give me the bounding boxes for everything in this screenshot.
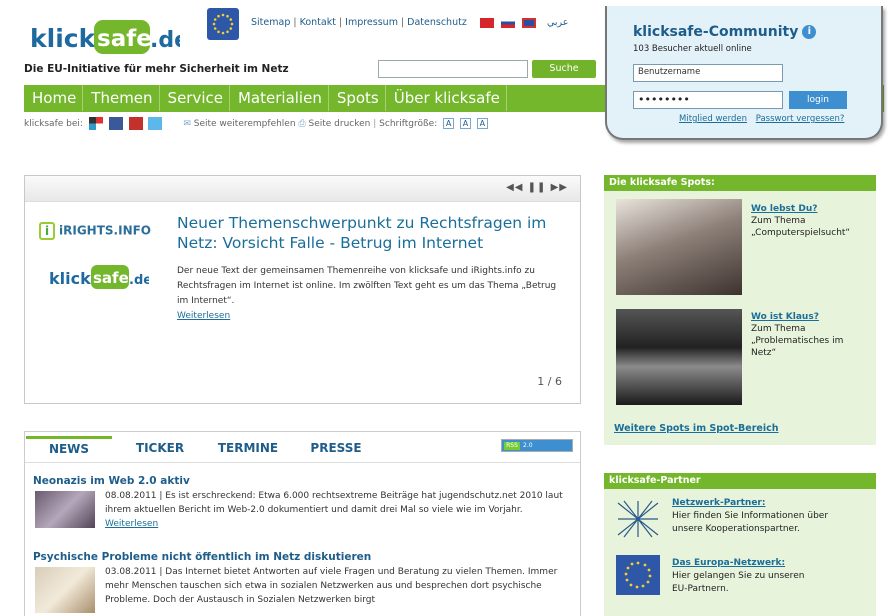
- turkish-flag-icon[interactable]: [479, 17, 494, 28]
- europa-network-link[interactable]: Das Europa-Netzwerk:: [672, 558, 785, 568]
- fontsize-label: Schriftgröße:: [379, 119, 438, 129]
- more-spots-link[interactable]: Weitere Spots im Spot-Bereich: [614, 423, 779, 434]
- slide-counter: 1 / 6: [537, 375, 562, 388]
- nav-home[interactable]: Home: [24, 85, 84, 111]
- forgot-password-link[interactable]: Passwort vergessen?: [756, 114, 845, 124]
- spot-description: Wo lebst Du? Zum Thema „Computerspielsuc…: [751, 204, 851, 238]
- irights-logo[interactable]: i iRIGHTS.INFO: [39, 222, 151, 240]
- share-label: klicksafe bei:: [24, 119, 83, 129]
- impressum-link[interactable]: Impressum: [345, 17, 398, 28]
- community-login-panel: klicksafe-Community i 103 Besucher aktuel…: [605, 6, 883, 140]
- svg-text:safe: safe: [93, 269, 129, 287]
- news-box: NEWS TICKER TERMINE PRESSE RSS 2.0 Neonaz…: [24, 431, 581, 616]
- partner-description: Netzwerk-Partner: Hier finden Sie Inform…: [672, 498, 829, 534]
- nav-themen[interactable]: Themen: [83, 85, 160, 111]
- share-bar: klicksafe bei: ✉ Seite weiterempfehlen ⎙…: [24, 117, 488, 130]
- klicksafe-logo[interactable]: klick safe .de: [30, 14, 180, 56]
- datenschutz-link[interactable]: Datenschutz: [407, 17, 467, 28]
- svg-text:klick: klick: [49, 269, 91, 288]
- slide-more-link[interactable]: Weiterlesen: [177, 311, 230, 321]
- fontsize-small[interactable]: A: [443, 118, 455, 129]
- arabic-link[interactable]: عربي: [547, 17, 568, 28]
- news-text: 03.08.2011 | Das Internet bietet Antwort…: [105, 567, 558, 605]
- password-input[interactable]: ••••••••: [633, 91, 783, 109]
- twitter-icon[interactable]: [148, 117, 163, 130]
- slide-title[interactable]: Neuer Themenschwerpunkt zu Rechtsfragen …: [177, 213, 567, 253]
- tab-news[interactable]: NEWS: [26, 436, 112, 460]
- print-icon[interactable]: ⎙: [298, 119, 305, 129]
- kontakt-link[interactable]: Kontakt: [300, 17, 336, 28]
- nav-ueber-klicksafe[interactable]: Über klicksafe: [386, 85, 507, 111]
- fontsize-large[interactable]: A: [476, 118, 488, 129]
- spot-link[interactable]: Wo lebst Du?: [751, 204, 817, 214]
- slider-toolbar: ◀◀ ❚❚ ▶▶: [25, 176, 580, 202]
- klicksafe-slide-logo: klick safe .de: [49, 265, 149, 289]
- eu-flag-icon: [207, 8, 239, 40]
- tab-presse[interactable]: PRESSE: [297, 436, 375, 460]
- news-more-link[interactable]: Weiterlesen: [105, 519, 158, 529]
- nav-service[interactable]: Service: [160, 85, 230, 111]
- facebook-icon[interactable]: [108, 117, 123, 130]
- tab-termine[interactable]: TERMINE: [205, 436, 291, 460]
- spot-thumbnail[interactable]: [616, 199, 742, 295]
- svg-text:.de: .de: [150, 28, 180, 53]
- username-input[interactable]: Benutzername: [633, 64, 783, 82]
- community-links: Mitglied werden Passwort vergessen?: [679, 114, 844, 124]
- search-button[interactable]: Suche: [532, 60, 596, 78]
- spot-thumbnail[interactable]: [616, 309, 742, 405]
- news-thumbnail[interactable]: [35, 491, 95, 528]
- eu-network-icon[interactable]: [616, 555, 660, 595]
- svg-text:.de: .de: [129, 273, 149, 288]
- uk-flag-icon[interactable]: [521, 17, 536, 28]
- community-title: klicksafe-Community i: [633, 24, 817, 40]
- tagline: Die EU-Initiative für mehr Sicherheit im…: [24, 63, 289, 75]
- network-icon[interactable]: [616, 499, 660, 539]
- svg-text:klick: klick: [30, 24, 97, 53]
- login-button[interactable]: login: [789, 91, 847, 109]
- partner-box: klicksafe-Partner Netzwerk-Partner: Hier…: [604, 473, 876, 616]
- fontsize-medium[interactable]: A: [460, 118, 471, 129]
- info-icon[interactable]: i: [802, 25, 817, 39]
- featured-slider: ◀◀ ❚❚ ▶▶ i iRIGHTS.INFO klick safe .de Ne…: [24, 175, 581, 404]
- news-title[interactable]: Psychische Probleme nicht öffentlich im …: [33, 551, 371, 563]
- spot-link[interactable]: Wo ist Klaus?: [751, 312, 819, 322]
- slider-controls[interactable]: ◀◀ ❚❚ ▶▶: [506, 182, 568, 193]
- spots-heading: Die klicksafe Spots:: [604, 175, 876, 191]
- partner-description: Das Europa-Netzwerk: Hier gelangen Sie z…: [672, 558, 805, 594]
- spot-description: Wo ist Klaus? Zum Thema „Problematisches…: [751, 312, 844, 358]
- nav-materialien[interactable]: Materialien: [230, 85, 329, 111]
- recommend-link[interactable]: Seite weiterempfehlen: [194, 119, 296, 129]
- online-count: 103 Besucher aktuell online: [633, 44, 752, 54]
- network-partner-link[interactable]: Netzwerk-Partner:: [672, 498, 765, 508]
- news-text: 08.08.2011 | Es ist erschreckend: Etwa 6…: [105, 491, 563, 529]
- youtube-icon[interactable]: [128, 117, 143, 130]
- mail-icon[interactable]: ✉: [183, 119, 191, 129]
- partner-heading: klicksafe-Partner: [604, 473, 876, 489]
- search-input[interactable]: [378, 60, 528, 78]
- nav-spots[interactable]: Spots: [329, 85, 386, 111]
- sitemap-link[interactable]: Sitemap: [251, 17, 290, 28]
- rss-feed-button[interactable]: RSS 2.0: [501, 439, 573, 452]
- register-link[interactable]: Mitglied werden: [679, 114, 747, 124]
- news-title[interactable]: Neonazis im Web 2.0 aktiv: [33, 475, 190, 487]
- slide-text: Der neue Text der gemeinsamen Themenreih…: [177, 266, 557, 321]
- svg-text:safe: safe: [97, 26, 152, 52]
- news-thumbnail[interactable]: [35, 567, 95, 613]
- russian-flag-icon[interactable]: [500, 17, 515, 28]
- delicious-icon[interactable]: [88, 117, 103, 130]
- news-list: Neonazis im Web 2.0 aktiv 08.08.2011 | E…: [25, 462, 580, 613]
- print-link[interactable]: Seite drucken: [309, 119, 371, 129]
- spots-box: Die klicksafe Spots: Wo lebst Du? Zum Th…: [604, 175, 876, 445]
- tab-ticker[interactable]: TICKER: [121, 436, 199, 460]
- top-links: Sitemap | Kontakt | Impressum | Datenschutz عر…: [251, 17, 569, 28]
